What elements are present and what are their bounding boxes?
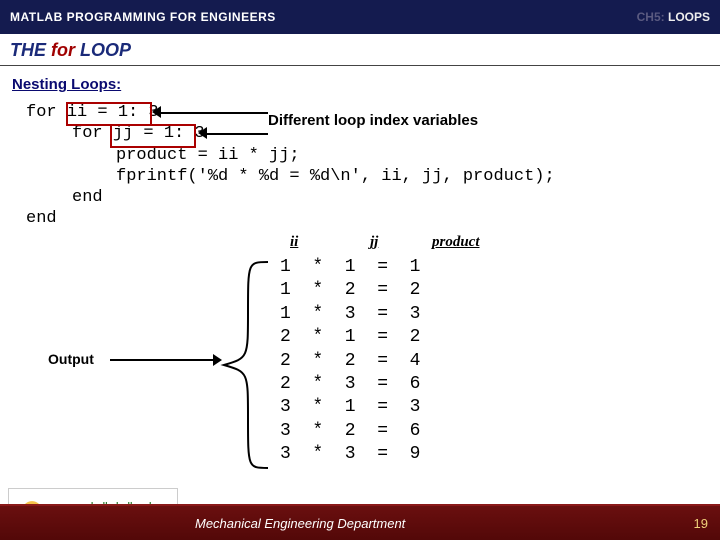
col-product: product [432,234,480,251]
page-number: 19 [694,516,708,531]
output-table: 1 * 1 = 1 1 * 2 = 2 1 * 3 = 3 2 * 1 = 2 … [280,256,420,467]
code-l6: end [26,209,57,228]
output-row: 3 * 1 = 3 [280,397,420,417]
code-l5: end [72,188,103,207]
output-row: 2 * 1 = 2 [280,327,420,347]
slide-title: THE for LOOP [10,40,710,61]
output-row: 3 * 2 = 6 [280,421,420,441]
department-name: Mechanical Engineering Department [195,516,405,531]
arrow-line [206,133,268,135]
chapter-topic: LOOPS [668,10,710,24]
output-row: 2 * 2 = 4 [280,351,420,371]
output-label: Output [48,351,94,367]
title-row: THE for LOOP [0,34,720,66]
slide-footer: Mechanical Engineering Department 19 [0,504,720,540]
content-area: Nesting Loops: Different loop index vari… [0,66,720,496]
code-l1-kw: for [26,103,67,122]
col-jj: jj [370,234,378,251]
highlight-box-jj [110,124,196,148]
code-l4: fprintf('%d * %d = %d\n', ii, jj, produc… [116,167,555,186]
col-ii: ii [290,234,298,251]
arrow-line [160,112,268,114]
slide-header: MATLAB PROGRAMMING FOR ENGINEERS CH5: LO… [0,0,720,34]
output-row: 1 * 2 = 2 [280,280,420,300]
code-l3: product = ii * jj; [116,146,300,165]
output-row: 1 * 1 = 1 [280,257,420,277]
title-post: LOOP [75,40,131,60]
arrow-line [110,359,218,361]
subheading: Nesting Loops: [12,76,121,93]
output-row: 2 * 3 = 6 [280,374,420,394]
highlight-box-ii [66,102,152,126]
chapter-prefix: CH5: [637,10,665,24]
title-pre: THE [10,40,51,60]
title-keyword: for [51,40,75,60]
chapter-label: CH5: LOOPS [637,10,710,24]
output-row: 1 * 3 = 3 [280,304,420,324]
code-l2-kw: for [72,124,113,143]
output-row: 3 * 3 = 9 [280,444,420,464]
brace-icon [218,258,274,472]
course-title: MATLAB PROGRAMMING FOR ENGINEERS [10,10,276,24]
